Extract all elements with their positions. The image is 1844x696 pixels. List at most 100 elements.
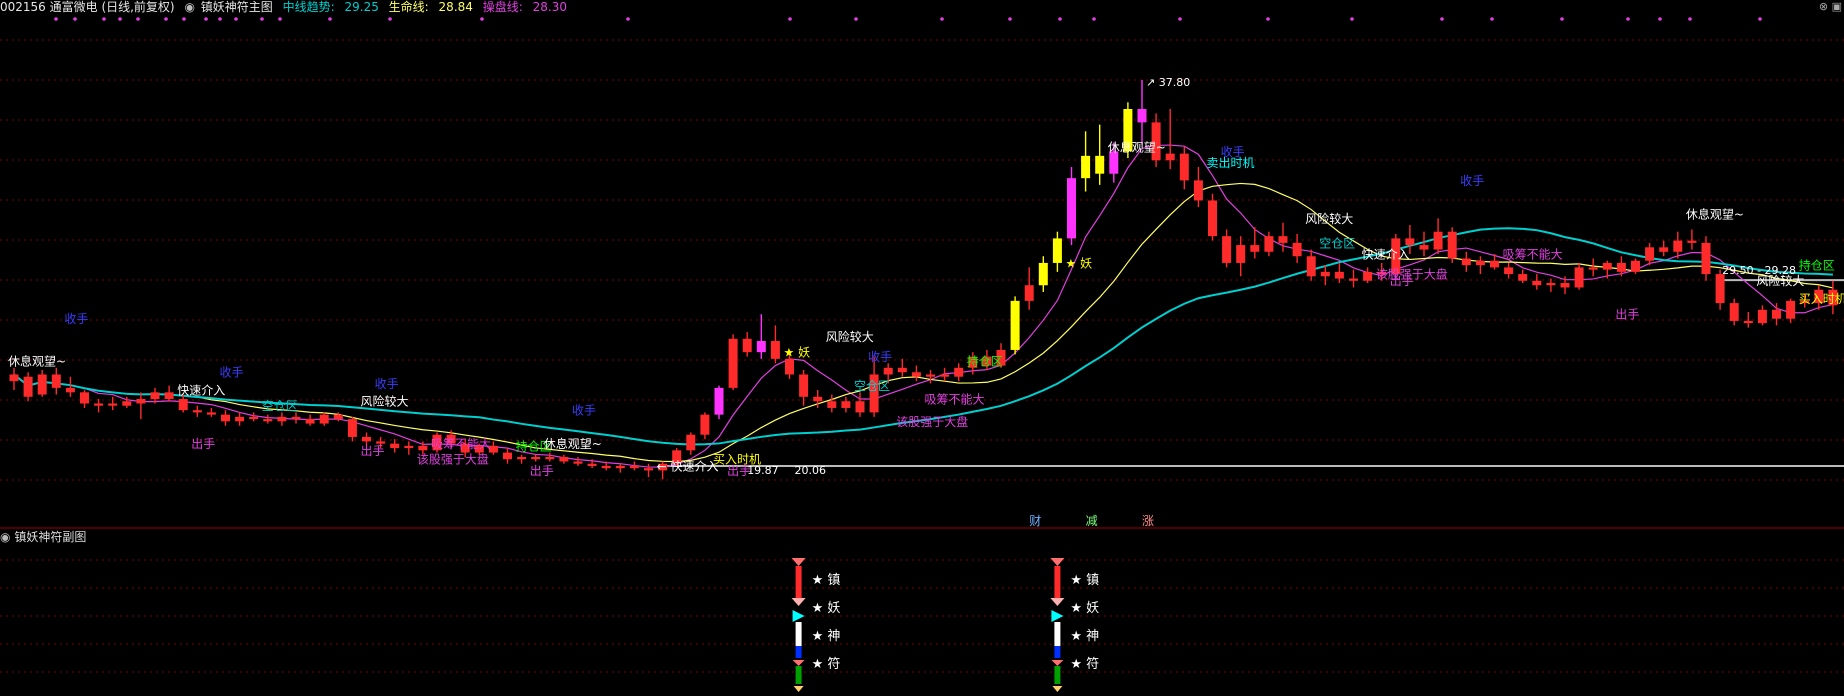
candle xyxy=(1518,269,1528,284)
candle-body xyxy=(742,338,752,353)
candle-body xyxy=(1687,240,1697,243)
candle-body xyxy=(1334,271,1344,279)
candle xyxy=(164,385,174,402)
signal-label: 出手 xyxy=(191,437,215,451)
diamond-icon xyxy=(791,558,806,566)
candle xyxy=(277,412,287,426)
signal-label: 买入时机 xyxy=(1799,292,1844,306)
candle xyxy=(1433,218,1443,255)
candle-body xyxy=(80,392,89,404)
candle-body xyxy=(573,461,583,464)
candle-body xyxy=(1306,256,1316,277)
candle xyxy=(1645,242,1655,266)
candle xyxy=(221,410,230,426)
candle xyxy=(1772,303,1781,326)
candle xyxy=(249,412,259,422)
candle-body xyxy=(1349,278,1358,281)
candle-body xyxy=(1067,178,1076,239)
candle xyxy=(206,407,216,417)
marker-dot xyxy=(1688,17,1692,21)
candle-body xyxy=(587,463,597,466)
candle-body xyxy=(1786,300,1796,319)
candle xyxy=(37,370,47,397)
candle-body xyxy=(1574,267,1584,288)
sub-panel-title: 镇妖神符副图 xyxy=(14,530,87,544)
signal-text: ★ 符 xyxy=(812,656,841,672)
signal-label: 收手 xyxy=(1460,174,1484,188)
candle-body xyxy=(1024,285,1034,301)
candle-body xyxy=(813,396,823,402)
candle-body xyxy=(926,374,935,377)
candle-body xyxy=(362,436,371,442)
candle-body xyxy=(1320,271,1330,277)
candle-body xyxy=(940,374,950,377)
candle xyxy=(136,392,146,420)
signal-label: 收手 xyxy=(868,350,892,364)
candle-body xyxy=(1461,258,1471,266)
candle xyxy=(1095,124,1105,185)
candle xyxy=(1546,278,1556,292)
signal-label: 卖出时机 xyxy=(1207,156,1255,170)
candle xyxy=(615,463,625,473)
candle-body xyxy=(644,468,653,471)
signal-text: ★ 神 xyxy=(1070,629,1099,644)
candle-body xyxy=(883,367,893,375)
candle-body xyxy=(319,414,329,424)
candle xyxy=(911,365,921,382)
signal-label: 风险较大 xyxy=(826,329,874,344)
candle-body xyxy=(531,457,541,460)
candle xyxy=(1010,296,1020,355)
event-mark: 涨 xyxy=(1142,513,1154,528)
candle-body xyxy=(192,410,202,413)
candle xyxy=(1334,262,1344,284)
kline-chart[interactable]: 休息观望~收手快速介入收手空仓区出手风险较大收手出手 吸筹不能大该股强于大盘持仓区… xyxy=(0,0,1844,696)
signal-label: 空仓区 xyxy=(262,399,298,413)
candle xyxy=(9,367,19,391)
signal-bar-blue xyxy=(1054,646,1061,658)
candle xyxy=(51,367,61,395)
signal-label: 该股强于大盘 xyxy=(417,452,489,467)
candle xyxy=(1349,269,1358,288)
arrow-icon xyxy=(793,686,804,692)
signal-label: 吸筹不能大 xyxy=(925,392,985,406)
right-price-label: 29.50 - 29.28 xyxy=(1722,264,1796,277)
marker-dot xyxy=(136,17,140,21)
event-mark: 财 xyxy=(1029,514,1041,528)
marker-dot xyxy=(328,17,332,21)
candle-body xyxy=(1757,309,1767,324)
candle-body xyxy=(1518,274,1528,281)
signal-label: 出手 xyxy=(1390,274,1414,288)
candle-body xyxy=(770,341,780,359)
candle xyxy=(1038,256,1048,292)
sub-panel-icon: ◉ xyxy=(0,530,11,544)
candle-body xyxy=(1447,231,1457,259)
marker-dot xyxy=(260,17,264,21)
candle-body xyxy=(954,367,964,377)
candle-body xyxy=(221,414,230,422)
high-price-label: ↗ 37.80 xyxy=(1146,76,1190,89)
signal-bar-white xyxy=(1054,622,1061,646)
candle-body xyxy=(390,443,400,449)
signal-label: 持仓区 xyxy=(1799,258,1835,273)
diamond-icon xyxy=(1050,598,1065,606)
signal-label: ← 快速介入 xyxy=(657,459,719,473)
candle-body xyxy=(714,387,724,415)
candle-body xyxy=(1475,260,1485,266)
candle xyxy=(1631,258,1640,275)
candle-body xyxy=(1236,245,1246,263)
candle-body xyxy=(1729,303,1739,321)
marker-dot xyxy=(480,17,484,21)
candle-body xyxy=(559,457,569,462)
candle-body xyxy=(136,399,146,404)
candle-body xyxy=(1659,247,1669,252)
marker-dot xyxy=(218,17,222,21)
candle-body xyxy=(1419,245,1429,250)
signal-label: ★ 妖 xyxy=(1066,256,1093,270)
candle xyxy=(1165,109,1175,170)
signal-label: 吸筹不能大 xyxy=(1503,247,1563,261)
signal-label: 收手 xyxy=(220,366,244,380)
candle xyxy=(1532,274,1542,290)
candle-body xyxy=(9,374,19,382)
candle-body xyxy=(799,374,809,397)
candle xyxy=(347,416,357,442)
